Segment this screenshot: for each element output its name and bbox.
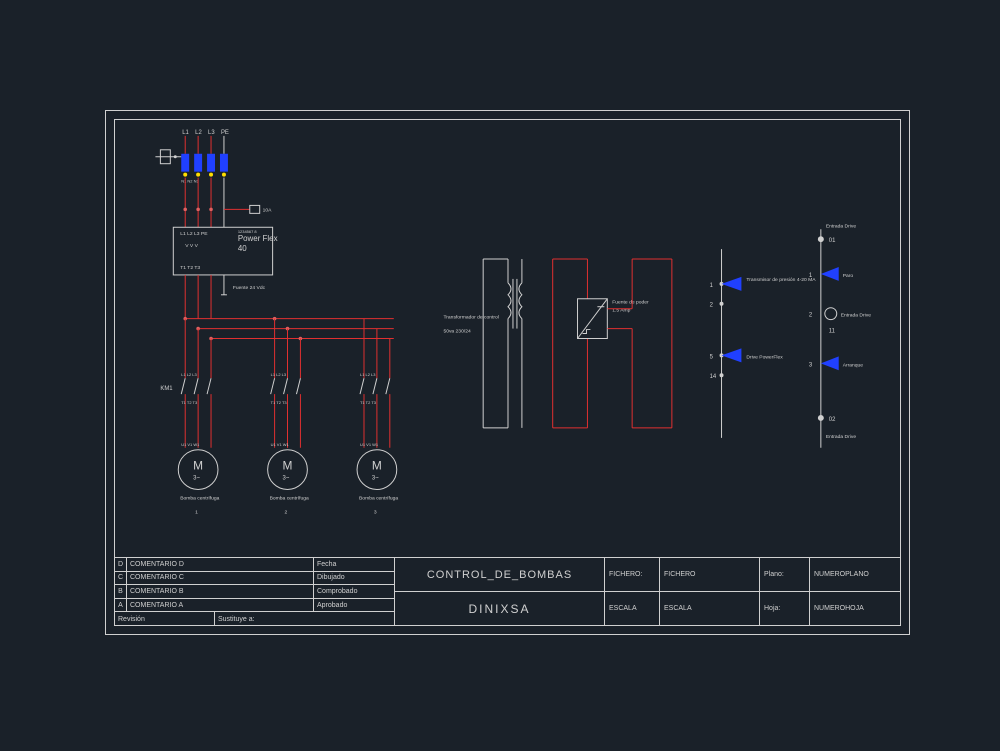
- svg-text:Entrada Drive: Entrada Drive: [826, 223, 857, 229]
- svg-text:M: M: [283, 459, 293, 473]
- fuse-10a: 10A: [224, 205, 272, 213]
- svg-text:T1 T2 T3: T1 T2 T3: [181, 400, 198, 405]
- svg-text:2: 2: [809, 313, 812, 319]
- svg-text:N1 N2 N3: N1 N2 N3: [181, 179, 199, 184]
- branch-2: L1 L2 L3 T1 T2 T3 U1 V1 W1 M 3~ Bomba ce…: [268, 317, 309, 515]
- svg-text:L1 L2 L3 PE: L1 L2 L3 PE: [180, 231, 208, 237]
- svg-text:11: 11: [829, 329, 836, 335]
- svg-text:Transmisor de presión 4-20 MA: Transmisor de presión 4-20 MA: [746, 277, 816, 283]
- svg-text:T1 T2 T3: T1 T2 T3: [271, 400, 288, 405]
- control-transformer: Transformador de control 50va 230/24: [443, 259, 521, 428]
- branch-1: KM1 L1 L2 L3 T1 T2 T3 U1 V1 W1 M 3~ Bomb…: [160, 317, 219, 515]
- svg-text:3~: 3~: [193, 476, 200, 482]
- drive-model: 40: [238, 244, 247, 253]
- svg-text:Fuente de poder: Fuente de poder: [612, 300, 649, 306]
- drawing-inner-frame: L1 L2 L3 PE: [114, 119, 901, 626]
- svg-text:1: 1: [710, 283, 714, 289]
- schematic-canvas: L1 L2 L3 PE: [115, 120, 900, 557]
- svg-text:U1 V1 W1: U1 V1 W1: [360, 442, 379, 447]
- svg-text:KM1: KM1: [160, 386, 173, 392]
- title-center: CONTROL_DE_BOMBAS DINIXSA: [395, 558, 605, 625]
- svg-text:Paro: Paro: [843, 273, 854, 279]
- title-right: FICHERO: FICHERO Plano: NUMEROPLANO ESCA…: [605, 558, 900, 625]
- motor-bus: [185, 319, 394, 339]
- branch-3: L1 L2 L3 T1 T2 T3 U1 V1 W1 M 3~ Bomba ce…: [357, 319, 398, 516]
- svg-text:3~: 3~: [283, 476, 290, 482]
- svg-text:2: 2: [285, 509, 288, 515]
- phase-l1: L1: [182, 130, 189, 136]
- svg-text:T1 T2 T3: T1 T2 T3: [360, 400, 377, 405]
- svg-text:1234567 8: 1234567 8: [238, 229, 258, 234]
- svg-text:02: 02: [829, 417, 836, 423]
- drive-name: Power Flex: [238, 234, 278, 243]
- svg-text:U1 V1 W1: U1 V1 W1: [271, 442, 290, 447]
- company-name: DINIXSA: [395, 592, 604, 625]
- svg-text:50va 230/24: 50va 230/24: [443, 329, 471, 335]
- svg-text:V V V: V V V: [185, 243, 198, 249]
- terminal-strip: Entrada Drive 01 1 Paro 2 11 Entrada Dri…: [809, 223, 871, 447]
- svg-text:T1 T2 T3: T1 T2 T3: [180, 265, 200, 271]
- svg-text:Arranque: Arranque: [843, 362, 864, 368]
- svg-text:3: 3: [809, 362, 813, 368]
- svg-text:Bomba centrífuga: Bomba centrífuga: [359, 495, 398, 501]
- svg-text:L1 L2 L3: L1 L2 L3: [360, 372, 376, 377]
- revision-table: D COMENTARIO D Fecha C COMENTARIO C Dibu…: [115, 558, 395, 625]
- svg-text:5: 5: [710, 354, 714, 360]
- svg-text:Entrada Drive: Entrada Drive: [841, 313, 872, 319]
- phase-pe: PE: [221, 130, 229, 136]
- phase-l3: L3: [208, 130, 215, 136]
- svg-text:M: M: [193, 459, 203, 473]
- svg-text:Fuente 24 Vdc: Fuente 24 Vdc: [233, 285, 266, 291]
- svg-text:2: 2: [710, 303, 713, 309]
- title-block: D COMENTARIO D Fecha C COMENTARIO C Dibu…: [115, 557, 900, 625]
- drawing-title: CONTROL_DE_BOMBAS: [395, 558, 604, 592]
- svg-text:L1 L2 L3: L1 L2 L3: [181, 372, 197, 377]
- phase-l2: L2: [195, 130, 202, 136]
- svg-text:Bomba centrífuga: Bomba centrífuga: [180, 495, 219, 501]
- svg-text:01: 01: [829, 238, 836, 244]
- svg-text:L1 L2 L3: L1 L2 L3: [271, 372, 287, 377]
- svg-text:M: M: [372, 459, 382, 473]
- drawing-outer-frame: L1 L2 L3 PE: [105, 110, 910, 635]
- power-input: L1 L2 L3 PE: [155, 130, 229, 227]
- svg-text:3: 3: [374, 509, 377, 515]
- svg-text:1: 1: [195, 509, 198, 515]
- svg-text:Bomba centrífuga: Bomba centrífuga: [270, 495, 309, 501]
- control-switches: 1 2 5 14 Transmisor de presión 4-20 MA D…: [710, 249, 817, 438]
- svg-text:Entrada Drive: Entrada Drive: [826, 434, 857, 440]
- svg-text:Drive PowerFlex: Drive PowerFlex: [746, 354, 783, 360]
- svg-text:U1 V1 W1: U1 V1 W1: [181, 442, 200, 447]
- svg-text:14: 14: [710, 374, 717, 380]
- svg-text:10A: 10A: [263, 207, 273, 213]
- svg-text:3~: 3~: [372, 476, 379, 482]
- psu-loop: Fuente de poder 1.5 Amp: [553, 259, 672, 428]
- vfd-drive: L1 L2 L3 PE V V V T1 T2 T3 Power Flex 40…: [173, 227, 277, 318]
- main-breaker: N1 N2 N3: [181, 154, 228, 184]
- svg-text:Transformador de control: Transformador de control: [443, 315, 498, 321]
